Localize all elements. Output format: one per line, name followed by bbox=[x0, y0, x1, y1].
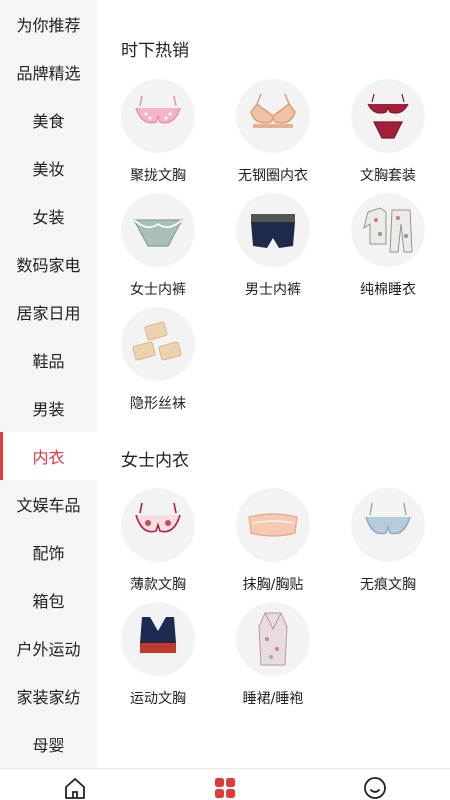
item-label: 运动文胸 bbox=[130, 691, 186, 707]
category-content: 时下热销 聚拢文胸 无钢圈内衣 文胸套装 女士内裤 男士内裤 纯棉睡衣 隐形丝袜… bbox=[97, 0, 450, 768]
item-label: 睡裙/睡袍 bbox=[242, 691, 304, 707]
category-grid-icon bbox=[215, 778, 235, 798]
sidebar-item-label: 品牌精选 bbox=[16, 64, 81, 83]
section-title: 时下热销 bbox=[121, 41, 189, 61]
category-sidebar: 为你推荐 品牌精选 美食 美妆 女装 数码家电 居家日用 鞋品 男装 内衣 文娱… bbox=[0, 0, 97, 768]
product-category-item[interactable]: 睡裙/睡袍 bbox=[223, 602, 323, 712]
sidebar-item-label: 数码家电 bbox=[16, 256, 81, 275]
profile-smile-icon bbox=[364, 777, 386, 799]
sidebar-item-label: 女装 bbox=[32, 208, 65, 227]
sidebar-item-menswear[interactable]: 男装 bbox=[0, 384, 97, 432]
sidebar-item-entertainment-auto[interactable]: 文娱车品 bbox=[0, 480, 97, 528]
item-label: 无钢圈内衣 bbox=[238, 168, 308, 184]
item-label: 隐形丝袜 bbox=[130, 396, 186, 412]
product-category-item[interactable]: 纯棉睡衣 bbox=[338, 193, 438, 303]
sidebar-item-food[interactable]: 美食 bbox=[0, 96, 97, 144]
item-label: 文胸套装 bbox=[360, 168, 416, 184]
item-label: 女士内裤 bbox=[130, 282, 186, 298]
sidebar-item-bags[interactable]: 箱包 bbox=[0, 576, 97, 624]
sidebar-item-label: 美妆 bbox=[32, 160, 65, 179]
item-label: 纯棉睡衣 bbox=[360, 282, 416, 298]
product-category-item[interactable]: 隐形丝袜 bbox=[108, 307, 208, 417]
sidebar-item-outdoor[interactable]: 户外运动 bbox=[0, 624, 97, 672]
red-lingerie-set-icon bbox=[351, 79, 425, 153]
item-label: 聚拢文胸 bbox=[130, 168, 186, 184]
product-category-item[interactable]: 聚拢文胸 bbox=[108, 79, 208, 189]
sidebar-item-underwear[interactable]: 内衣 bbox=[0, 432, 97, 480]
product-category-item[interactable]: 抹胸/胸贴 bbox=[223, 488, 323, 598]
sidebar-item-baby[interactable]: 母婴 bbox=[0, 720, 97, 768]
sidebar-item-shoes[interactable]: 鞋品 bbox=[0, 336, 97, 384]
product-category-item[interactable]: 女士内裤 bbox=[108, 193, 208, 303]
bottom-tab-bar bbox=[0, 768, 450, 800]
tab-profile[interactable] bbox=[362, 775, 388, 800]
product-category-item[interactable]: 薄款文胸 bbox=[108, 488, 208, 598]
sidebar-item-label: 美食 bbox=[32, 112, 65, 131]
product-category-item[interactable]: 无痕文胸 bbox=[338, 488, 438, 598]
item-label: 男士内裤 bbox=[245, 282, 301, 298]
robe-icon bbox=[236, 602, 310, 676]
invisible-stockings-icon bbox=[121, 307, 195, 381]
tube-bra-icon bbox=[236, 488, 310, 562]
seamless-bra-icon bbox=[351, 488, 425, 562]
product-category-item[interactable]: 男士内裤 bbox=[223, 193, 323, 303]
sidebar-item-label: 文娱车品 bbox=[16, 496, 81, 515]
sidebar-item-womenswear[interactable]: 女装 bbox=[0, 192, 97, 240]
women-panties-icon bbox=[121, 193, 195, 267]
product-category-item[interactable]: 运动文胸 bbox=[108, 602, 208, 712]
sidebar-item-label: 鞋品 bbox=[32, 352, 65, 371]
men-briefs-icon bbox=[236, 193, 310, 267]
sidebar-item-label: 男装 bbox=[32, 400, 65, 419]
sports-bra-icon bbox=[121, 602, 195, 676]
item-label: 薄款文胸 bbox=[130, 577, 186, 593]
sidebar-item-electronics[interactable]: 数码家电 bbox=[0, 240, 97, 288]
item-label: 无痕文胸 bbox=[360, 577, 416, 593]
sidebar-item-label: 配饰 bbox=[32, 544, 65, 563]
sidebar-item-label: 户外运动 bbox=[16, 640, 81, 659]
sidebar-item-label: 母婴 bbox=[32, 736, 65, 755]
sidebar-item-brands[interactable]: 品牌精选 bbox=[0, 48, 97, 96]
sidebar-item-label: 内衣 bbox=[32, 448, 65, 467]
home-icon bbox=[65, 778, 85, 799]
sidebar-item-label: 家装家纺 bbox=[16, 688, 81, 707]
sidebar-item-beauty[interactable]: 美妆 bbox=[0, 144, 97, 192]
sidebar-item-label: 箱包 bbox=[32, 592, 65, 611]
nude-bra-icon bbox=[236, 79, 310, 153]
sidebar-item-recommend[interactable]: 为你推荐 bbox=[0, 0, 97, 48]
sidebar-item-home-textiles[interactable]: 家装家纺 bbox=[0, 672, 97, 720]
thin-bra-icon bbox=[121, 488, 195, 562]
sidebar-item-accessories[interactable]: 配饰 bbox=[0, 528, 97, 576]
product-category-item[interactable]: 无钢圈内衣 bbox=[223, 79, 323, 189]
tab-category[interactable] bbox=[212, 775, 238, 800]
section-title: 女士内衣 bbox=[121, 451, 189, 471]
sidebar-item-label: 为你推荐 bbox=[16, 16, 81, 35]
product-category-item[interactable]: 文胸套装 bbox=[338, 79, 438, 189]
pink-lace-bra-icon bbox=[121, 79, 195, 153]
sidebar-item-household[interactable]: 居家日用 bbox=[0, 288, 97, 336]
sidebar-item-label: 居家日用 bbox=[16, 304, 81, 323]
tab-home[interactable] bbox=[62, 775, 88, 800]
item-label: 抹胸/胸贴 bbox=[242, 577, 304, 593]
cotton-pajamas-icon bbox=[351, 193, 425, 267]
